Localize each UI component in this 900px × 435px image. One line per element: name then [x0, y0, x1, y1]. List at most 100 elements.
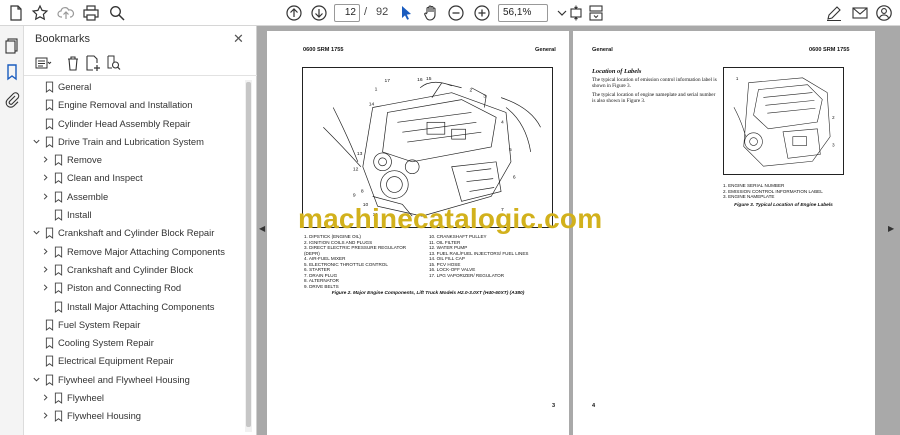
attachment-icon[interactable] — [3, 90, 21, 108]
close-icon[interactable]: ✕ — [233, 31, 244, 47]
zoom-out-icon[interactable] — [446, 3, 466, 23]
page-number-input[interactable]: 12 — [334, 4, 360, 22]
bookmark-item[interactable]: Clean and Inspect — [24, 169, 244, 187]
account-icon[interactable] — [874, 3, 894, 23]
bookmark-icon — [54, 209, 63, 221]
email-icon[interactable] — [850, 3, 870, 23]
bookmarks-scrollbar[interactable] — [245, 80, 252, 432]
bookmark-icon — [45, 319, 54, 331]
bookmark-label: Flywheel Housing — [67, 410, 141, 422]
thumbnails-icon[interactable] — [3, 36, 21, 54]
panel-title: Bookmarks — [35, 33, 91, 45]
chevron-right-icon[interactable] — [41, 265, 50, 274]
select-cursor-icon[interactable] — [396, 3, 416, 23]
page-number-3: 3 — [552, 403, 556, 409]
svg-text:4: 4 — [501, 119, 504, 125]
bookmark-item[interactable]: General — [24, 78, 244, 96]
bookmark-item[interactable]: Engine Removal and Installation — [24, 96, 244, 114]
bookmark-item[interactable]: Install — [24, 206, 244, 224]
chevron-right-icon[interactable] — [41, 411, 50, 420]
hand-tool-icon[interactable] — [421, 3, 441, 23]
chevron-right-icon[interactable] — [41, 173, 50, 182]
bookmark-options-icon[interactable] — [34, 54, 52, 72]
bookmark-item[interactable]: Flywheel Housing — [24, 407, 244, 425]
svg-text:2: 2 — [469, 88, 472, 94]
bookmark-panel-icon[interactable] — [3, 63, 21, 81]
svg-text:9: 9 — [353, 192, 356, 198]
bookmark-item[interactable]: Install Major Attaching Components — [24, 298, 244, 316]
bookmark-label: Drive Train and Lubrication System — [58, 135, 204, 147]
bookmark-label: Engine Removal and Installation — [58, 99, 193, 111]
chevron-right-icon[interactable] — [41, 247, 50, 256]
next-page-icon[interactable] — [309, 3, 329, 23]
bookmark-item[interactable]: Electrical Equipment Repair — [24, 352, 244, 370]
page-header-left: General — [592, 47, 613, 53]
bookmark-item[interactable]: Flywheel — [24, 389, 244, 407]
fit-page-icon[interactable] — [566, 3, 586, 23]
bookmark-label: General — [58, 81, 92, 92]
bookmark-item[interactable]: Cylinder Head Assembly Repair — [24, 115, 244, 133]
scroll-mode-icon[interactable] — [586, 3, 606, 23]
bookmark-icon — [45, 136, 54, 148]
chevron-right-icon[interactable] — [41, 393, 50, 402]
bookmark-label: Remove Major Attaching Components — [67, 245, 225, 257]
figure-3-legend: 1. ENGINE SERIAL NUMBER 2. EMISSION CONTR… — [723, 183, 823, 200]
chevron-right-icon[interactable] — [41, 192, 50, 201]
bookmark-icon — [54, 264, 63, 276]
previous-page-icon[interactable] — [284, 3, 304, 23]
zoom-in-icon[interactable] — [472, 3, 492, 23]
bookmark-item[interactable]: Piston and Connecting Rod — [24, 279, 244, 297]
bookmark-item[interactable]: Drive Train and Lubrication System — [24, 133, 244, 151]
bookmark-item[interactable]: Flywheel and Flywheel Housing — [24, 371, 244, 389]
scrollbar-thumb[interactable] — [246, 82, 251, 427]
bookmark-icon — [54, 301, 63, 313]
bookmark-label: Piston and Connecting Rod — [67, 282, 182, 294]
bookmark-item[interactable]: Remove Major Attaching Components — [24, 243, 244, 261]
bookmark-item[interactable]: Cooling System Repair — [24, 334, 244, 352]
svg-text:3: 3 — [483, 94, 486, 100]
bookmark-item[interactable]: Remove — [24, 151, 244, 169]
left-rail — [0, 26, 24, 435]
chevron-right-icon[interactable] — [41, 283, 50, 292]
scroll-right-arrow-icon[interactable]: ▶ — [888, 224, 894, 233]
bookmarks-panel: Bookmarks ✕ General Engine Removal and In… — [24, 26, 257, 435]
page-total: 92 — [376, 6, 389, 18]
bookmark-icon — [54, 173, 63, 185]
bookmark-label: Fuel System Repair — [58, 318, 141, 330]
page-separator: / — [364, 6, 368, 18]
bookmark-label: Flywheel and Flywheel Housing — [58, 373, 190, 385]
scroll-left-arrow-icon[interactable]: ◀ — [259, 224, 265, 233]
find-bookmark-icon[interactable] — [104, 54, 122, 72]
sign-pen-icon[interactable] — [824, 3, 844, 23]
zoom-level-field[interactable]: 56,1% — [498, 4, 548, 22]
search-icon[interactable] — [107, 3, 127, 23]
star-icon[interactable] — [30, 3, 50, 23]
svg-text:5: 5 — [509, 147, 512, 153]
chevron-right-icon[interactable] — [41, 155, 50, 164]
engine-labels-figure-3: 1 2 3 — [723, 67, 844, 175]
bookmark-tools — [24, 50, 257, 76]
delete-icon[interactable] — [64, 54, 82, 72]
bookmark-label: Crankshaft and Cylinder Block Repair — [58, 227, 215, 239]
figure-2-caption: Figure 2. Major Engine Components, Lift … — [331, 291, 525, 296]
bookmark-label: Flywheel — [67, 392, 104, 404]
figure-3-caption: Figure 3. Typical Location of Engine Lab… — [734, 203, 833, 208]
chevron-down-icon[interactable] — [32, 228, 41, 237]
bookmark-item[interactable]: Crankshaft and Cylinder Block Repair — [24, 224, 244, 242]
print-icon[interactable] — [81, 3, 101, 23]
svg-text:1: 1 — [736, 76, 739, 81]
bookmark-item[interactable]: Assemble — [24, 188, 244, 206]
chevron-down-icon[interactable] — [32, 137, 41, 146]
bookmark-label: Assemble — [67, 190, 109, 202]
bookmark-item[interactable]: Crankshaft and Cylinder Block — [24, 261, 244, 279]
chevron-down-icon[interactable] — [32, 375, 41, 384]
new-bookmark-icon[interactable] — [84, 54, 102, 72]
bookmark-item[interactable]: Fuel System Repair — [24, 316, 244, 334]
page-header-right: General — [535, 47, 556, 53]
page-icon[interactable] — [6, 3, 26, 23]
svg-text:8: 8 — [361, 188, 364, 194]
cloud-upload-icon[interactable] — [56, 3, 76, 23]
bookmark-icon — [45, 356, 54, 368]
bookmark-label: Install — [67, 209, 92, 221]
legend-item: 3. ENGINE NAMEPLATE — [723, 194, 775, 199]
